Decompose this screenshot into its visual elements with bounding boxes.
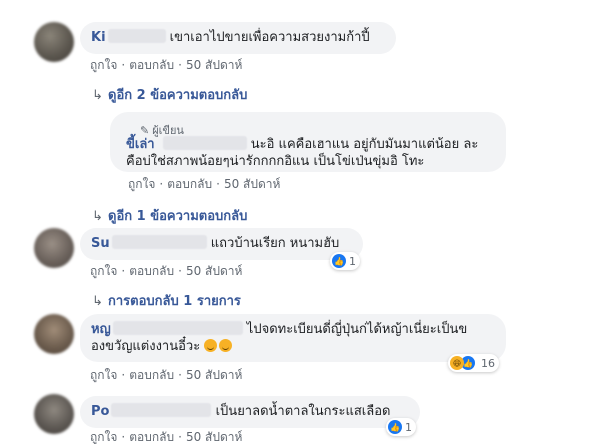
pencil-icon: ✎: [140, 124, 150, 137]
timestamp[interactable]: 50 สัปดาห์: [186, 368, 242, 382]
reply-arrow-icon: ↳: [92, 88, 103, 103]
like-link[interactable]: ถูกใจ: [90, 430, 117, 444]
reaction-summary[interactable]: 👍 1: [330, 252, 360, 270]
reply-arrow-icon: ↳: [92, 209, 103, 224]
redacted-name: [162, 136, 247, 150]
comment-bubble: ✎ ผู้เขียน ขี้เล่า นะอิ แคคือเฮาแน อยู่กั…: [110, 112, 506, 172]
timestamp[interactable]: 50 สัปดาห์: [186, 58, 242, 72]
like-icon: 👍: [332, 254, 346, 268]
comment-text-line2: องขวัญแต่งงานอี๋วะ: [91, 339, 201, 354]
reply-link[interactable]: ตอบกลับ: [129, 368, 174, 382]
reply-arrow-icon: ↳: [92, 294, 103, 309]
commenter-name[interactable]: Po: [91, 404, 109, 419]
comment-actions: ถูกใจ · ตอบกลับ · 50 สัปดาห์: [90, 430, 243, 444]
avatar[interactable]: [34, 22, 74, 62]
comment-actions: ถูกใจ · ตอบกลับ · 50 สัปดาห์: [90, 368, 243, 382]
like-link[interactable]: ถูกใจ: [90, 58, 117, 72]
reaction-summary[interactable]: 😆 👍 16: [448, 354, 499, 372]
like-icon: 👍: [388, 420, 402, 434]
comment-bubble: Su แถวบ้านเรียก หนามฮับ: [80, 228, 363, 260]
comment-bubble: Po เป็นยาลดน้ำตาลในกระแสเลือด: [80, 396, 420, 428]
comment-actions: ถูกใจ · ตอบกลับ · 50 สัปดาห์: [90, 58, 243, 72]
reply-link[interactable]: ตอบกลับ: [167, 177, 212, 191]
comment-text-line2: คือบ่ใช่สภาพน้อยๆน่ารักกกกอิแน เป็นโข่เป…: [126, 154, 425, 169]
redacted-name: [111, 235, 207, 249]
like-link[interactable]: ถูกใจ: [90, 264, 117, 278]
reaction-count: 1: [405, 420, 412, 434]
comment-actions: ถูกใจ · ตอบกลับ · 50 สัปดาห์: [128, 177, 281, 191]
like-link[interactable]: ถูกใจ: [128, 177, 155, 191]
comment-text: ไปจดทะเบียนดี่ญี่ปุ่นก่ได้หญ้าเนี่ยะเป็น…: [246, 322, 468, 337]
commenter-name[interactable]: Ki: [91, 30, 106, 45]
commenter-name[interactable]: หญ: [91, 322, 111, 337]
haha-icon: 😆: [450, 356, 464, 370]
reaction-count: 1: [349, 254, 356, 268]
timestamp[interactable]: 50 สัปดาห์: [224, 177, 280, 191]
timestamp[interactable]: 50 สัปดาห์: [186, 264, 242, 278]
comment-bubble: หญ ไปจดทะเบียนดี่ญี่ปุ่นก่ได้หญ้าเนี่ยะเ…: [80, 314, 506, 362]
view-more-replies[interactable]: ↳ ดูอีก 2 ข้อความตอบกลับ: [92, 84, 247, 105]
comment-text: เป็นยาลดน้ำตาลในกระแสเลือด: [215, 404, 391, 419]
comment-actions: ถูกใจ · ตอบกลับ · 50 สัปดาห์: [90, 264, 243, 278]
comment-bubble: Ki เขาเอาไปขายเพื่อความสวยงามก้าปี้: [80, 22, 396, 54]
laughing-emoji-icon: [219, 339, 233, 352]
like-link[interactable]: ถูกใจ: [90, 368, 117, 382]
redacted-name: [107, 29, 166, 43]
reply-link[interactable]: ตอบกลับ: [129, 430, 174, 444]
comment-text: แถวบ้านเรียก หนามฮับ: [210, 236, 340, 251]
timestamp[interactable]: 50 สัปดาห์: [186, 430, 242, 444]
commenter-name[interactable]: ขี้เล่า: [126, 137, 155, 152]
reply-link[interactable]: ตอบกลับ: [129, 264, 174, 278]
comment-text: นะอิ แคคือเฮาแน อยู่กับมันมาแต่น้อย ละ: [250, 137, 479, 152]
reply-link[interactable]: ตอบกลับ: [129, 58, 174, 72]
reaction-count: 16: [481, 356, 495, 370]
commenter-name[interactable]: Su: [91, 236, 110, 251]
avatar[interactable]: [34, 314, 74, 354]
view-more-replies[interactable]: ↳ ดูอีก 1 ข้อความตอบกลับ: [92, 205, 247, 226]
comment-text: เขาเอาไปขายเพื่อความสวยงามก้าปี้: [169, 30, 370, 45]
redacted-name: [111, 403, 212, 417]
avatar[interactable]: [34, 394, 74, 434]
redacted-name: [112, 321, 243, 335]
reaction-summary[interactable]: 👍 1: [386, 418, 416, 436]
view-replies[interactable]: ↳ การตอบกลับ 1 รายการ: [92, 290, 241, 311]
avatar[interactable]: [34, 228, 74, 268]
laughing-emoji-icon: [204, 339, 218, 352]
